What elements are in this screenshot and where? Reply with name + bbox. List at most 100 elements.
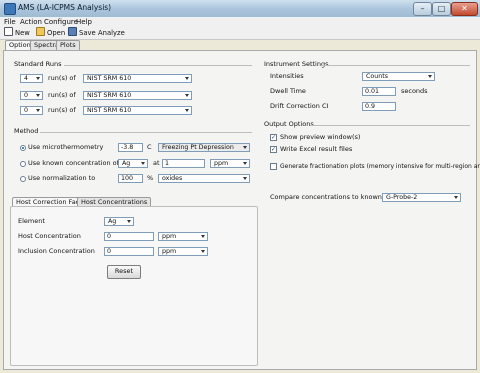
standard-select-2-value: NIST SRM 610 <box>87 92 132 99</box>
known-unit-value: ppm <box>214 160 229 167</box>
host-correction-panel <box>10 206 258 366</box>
inclusion-unit-value: ppm <box>162 248 177 255</box>
chevron-down-icon <box>36 109 40 112</box>
run-count-2-value: 0 <box>24 92 29 99</box>
standard-select-3[interactable]: NIST SRM 610 <box>83 106 192 115</box>
known-element-select[interactable]: Ag <box>118 159 148 168</box>
runs-of-label-1: run(s) of <box>48 74 76 82</box>
chevron-down-icon <box>185 77 189 80</box>
method-title: Method <box>13 127 40 136</box>
known-concentration-value[interactable]: 1 <box>162 159 205 168</box>
normalization-unit: % <box>147 174 154 182</box>
drift-correction-input[interactable]: 0.9 <box>362 102 396 111</box>
microthermometry-value[interactable]: -3.8 <box>118 143 143 152</box>
runs-of-label-2: run(s) of <box>48 91 76 99</box>
toolbar: New Open Save Analyze <box>0 27 480 40</box>
normalization-value[interactable]: 100 <box>118 174 143 183</box>
maximize-button[interactable]: □ <box>432 2 451 16</box>
chevron-down-icon <box>127 220 131 223</box>
microthermometry-unit: C <box>147 143 152 151</box>
app-icon <box>4 3 16 15</box>
reset-button[interactable]: Reset <box>107 265 141 279</box>
fractionation-plots-checkbox[interactable] <box>270 163 277 170</box>
chevron-down-icon <box>36 94 40 97</box>
menu-configure[interactable]: Configure <box>44 17 78 27</box>
output-separator <box>310 125 470 126</box>
write-excel-label: Write Excel result files <box>280 145 353 153</box>
run-count-1-value: 4 <box>24 75 29 82</box>
chevron-down-icon <box>201 235 205 238</box>
standard-select-3-value: NIST SRM 610 <box>87 107 132 114</box>
write-excel-checkbox[interactable]: ✓ <box>270 146 277 153</box>
microthermometry-radio[interactable] <box>20 145 26 151</box>
chevron-down-icon <box>201 250 205 253</box>
app-window: AMS (LA-ICPMS Analysis) – □ ✕ File Actio… <box>0 0 480 373</box>
save-button[interactable]: Save <box>68 27 96 39</box>
tab-plots[interactable]: Plots <box>56 40 80 50</box>
compare-select[interactable]: G-Probe-2 <box>382 193 461 202</box>
known-concentration-radio[interactable] <box>20 161 26 167</box>
analyze-button[interactable]: Analyze <box>98 27 125 39</box>
standard-select-2[interactable]: NIST SRM 610 <box>83 91 192 100</box>
standard-runs-title: Standard Runs <box>13 60 63 69</box>
host-unit-select[interactable]: ppm <box>158 232 208 241</box>
chevron-down-icon <box>141 162 145 165</box>
inclusion-concentration-label: Inclusion Concentration <box>18 247 95 255</box>
runs-of-label-3: run(s) of <box>48 106 76 114</box>
intensities-select[interactable]: Counts <box>362 72 435 81</box>
output-options-title: Output Options <box>263 120 315 129</box>
run-count-1[interactable]: 4 <box>20 74 43 83</box>
intensities-value: Counts <box>366 73 388 80</box>
run-count-3-value: 0 <box>24 107 29 114</box>
save-label: Save <box>79 29 96 37</box>
menu-action[interactable]: Action <box>20 17 42 27</box>
chevron-down-icon <box>185 94 189 97</box>
inclusion-unit-select[interactable]: ppm <box>158 247 208 256</box>
known-unit-select[interactable]: ppm <box>210 159 250 168</box>
chevron-down-icon <box>243 177 247 180</box>
chevron-down-icon <box>454 196 458 199</box>
dwell-time-unit: seconds <box>401 87 428 95</box>
show-preview-label: Show preview window(s) <box>280 133 361 141</box>
dwell-time-input[interactable]: 0.01 <box>362 87 396 96</box>
microthermometry-mode-value: Freezing Pt Depression <box>162 144 234 151</box>
chevron-down-icon <box>36 77 40 80</box>
close-button[interactable]: ✕ <box>451 2 478 16</box>
microthermometry-mode-select[interactable]: Freezing Pt Depression <box>158 143 250 152</box>
menu-bar: File Action Configure Help <box>0 17 480 27</box>
normalization-label: Use normalization to <box>28 174 96 182</box>
instrument-settings-title: Instrument Settings <box>263 60 330 69</box>
title-bar: AMS (LA-ICPMS Analysis) – □ ✕ <box>0 0 480 18</box>
host-element-label: Element <box>18 217 45 225</box>
method-separator <box>40 132 252 133</box>
fractionation-plots-label: Generate fractionation plots (memory int… <box>280 163 480 170</box>
host-element-select[interactable]: Ag <box>104 217 134 226</box>
dwell-time-label: Dwell Time <box>270 87 306 95</box>
run-count-3[interactable]: 0 <box>20 106 43 115</box>
show-preview-checkbox[interactable]: ✓ <box>270 134 277 141</box>
new-label: New <box>15 29 30 37</box>
new-button[interactable]: New <box>4 27 30 39</box>
chevron-down-icon <box>428 75 432 78</box>
options-panel: Standard Runs 4 run(s) of NIST SRM 610 0… <box>3 50 480 370</box>
instrument-separator <box>322 65 470 66</box>
standard-runs-separator <box>64 65 252 66</box>
normalization-radio[interactable] <box>20 176 26 182</box>
open-button[interactable]: Open <box>36 27 65 39</box>
chevron-down-icon <box>185 109 189 112</box>
known-concentration-label: Use known concentration of <box>28 159 119 167</box>
normalization-basis-value: oxides <box>162 175 183 182</box>
compare-value: G-Probe-2 <box>386 194 418 201</box>
standard-select-1[interactable]: NIST SRM 610 <box>83 74 192 83</box>
normalization-basis-select[interactable]: oxides <box>158 174 250 183</box>
microthermometry-label: Use microthermometry <box>28 143 104 151</box>
folder-icon <box>36 27 45 36</box>
run-count-2[interactable]: 0 <box>20 91 43 100</box>
menu-file[interactable]: File <box>4 17 16 27</box>
inclusion-concentration-input[interactable]: 0 <box>104 247 154 256</box>
menu-help[interactable]: Help <box>76 17 92 27</box>
host-concentration-label: Host Concentration <box>18 232 81 240</box>
host-concentration-input[interactable]: 0 <box>104 232 154 241</box>
window-title: AMS (LA-ICPMS Analysis) <box>18 3 112 12</box>
minimize-button[interactable]: – <box>413 2 432 16</box>
